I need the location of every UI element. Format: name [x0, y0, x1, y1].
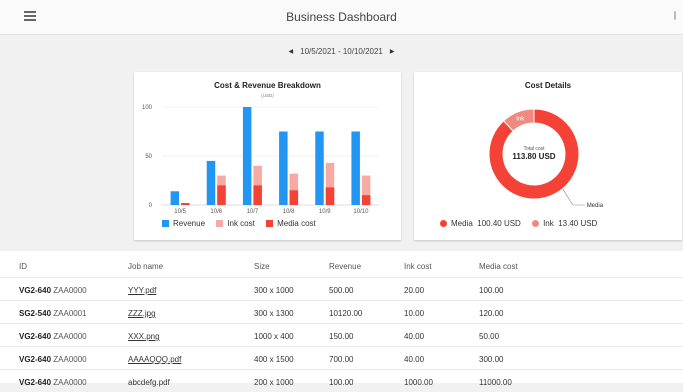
- bar-media-cost: [289, 190, 299, 205]
- cost-revenue-card: Cost & Revenue Breakdown (USD) 0 50 100 10/…: [134, 72, 401, 240]
- donut-label-media: Media: [587, 203, 604, 209]
- leader-line: [562, 188, 585, 206]
- prev-range-icon[interactable]: ◀: [289, 48, 294, 55]
- cell-media-cost: 300.00: [479, 355, 504, 364]
- bar-media-cost: [181, 203, 190, 205]
- column-header-job-name[interactable]: Job name: [128, 262, 163, 271]
- column-header-size[interactable]: Size: [254, 262, 270, 271]
- cell-ink-cost: 40.00: [404, 355, 425, 364]
- date-range-label: 10/5/2021 - 10/10/2021: [300, 47, 383, 56]
- scrollbar-handle[interactable]: [674, 11, 676, 20]
- bar-revenue: [351, 131, 360, 205]
- legend-item-media-cost[interactable]: Media cost: [266, 219, 316, 228]
- cell-revenue: 150.00: [329, 332, 354, 341]
- x-tick-label: 10/5: [174, 209, 186, 215]
- y-tick-label: 100: [142, 105, 153, 111]
- job-link[interactable]: YYY.pdf: [128, 286, 156, 295]
- bar-media-cost: [361, 195, 371, 205]
- x-tick-label: 10/8: [283, 209, 295, 215]
- next-range-icon[interactable]: ▶: [390, 48, 395, 55]
- x-tick-label: 10/6: [210, 209, 222, 215]
- bar-media-cost: [325, 187, 335, 205]
- cell-id: VG2-640 ZAA0000: [19, 332, 87, 341]
- cell-size: 400 x 1500: [254, 355, 294, 364]
- bar-revenue: [315, 131, 324, 205]
- job-link[interactable]: AAAAQQQ.pdf: [128, 355, 181, 364]
- cell-ink-cost: 20.00: [404, 286, 425, 295]
- cell-revenue: 500.00: [329, 286, 354, 295]
- x-tick-label: 10/7: [247, 209, 259, 215]
- table-row[interactable]: VG2-640 ZAA0000 YYY.pdf 300 x 1000 500.0…: [0, 278, 683, 301]
- y-tick-label: 50: [145, 154, 152, 160]
- date-range-nav: ◀ 10/5/2021 - 10/10/2021 ▶: [0, 47, 683, 56]
- legend-label: Ink cost: [227, 219, 255, 228]
- app-bar: Business Dashboard: [0, 0, 683, 35]
- cell-media-cost: 100.00: [479, 286, 504, 295]
- legend-swatch: [440, 220, 447, 227]
- cell-id: SG2-540 ZAA0001: [19, 309, 87, 318]
- column-header-id[interactable]: ID: [19, 262, 27, 271]
- bar-chart: 0 50 100 10/5 10/6 10/7 10/8 10/9 10/10: [142, 105, 379, 215]
- cell-revenue: 10120.00: [329, 309, 363, 318]
- table-row[interactable]: VG2-640 ZAA0000 XXX.png 1000 x 400 150.0…: [0, 324, 683, 347]
- legend-item-revenue[interactable]: Revenue: [162, 219, 205, 228]
- legend-label: Media cost: [277, 219, 316, 228]
- table-header-row: ID Job name Size Revenue Ink cost Media …: [0, 251, 683, 278]
- page-title: Business Dashboard: [286, 10, 397, 24]
- legend-label: Ink: [543, 219, 554, 228]
- column-header-media-cost[interactable]: Media cost: [479, 262, 518, 271]
- bar-media-cost: [217, 185, 226, 205]
- column-header-ink-cost[interactable]: Ink cost: [404, 262, 432, 271]
- bar-revenue: [206, 160, 216, 205]
- bar-chart-legend: Revenue Ink cost Media cost: [162, 219, 325, 228]
- cell-id: VG2-640 ZAA0000: [19, 286, 87, 295]
- legend-value: 13.40 USD: [558, 219, 598, 228]
- donut-chart-legend: Media 100.40 USD Ink 13.40 USD: [440, 219, 606, 228]
- y-tick-label: 0: [149, 203, 153, 209]
- x-tick-label: 10/10: [353, 209, 369, 215]
- bar-revenue: [279, 131, 288, 205]
- legend-swatch: [266, 220, 274, 227]
- legend-item-media[interactable]: Media 100.40 USD: [440, 219, 521, 228]
- donut-center-value: 113.80 USD: [512, 152, 555, 161]
- legend-item-ink[interactable]: Ink 13.40 USD: [532, 219, 597, 228]
- legend-swatch: [216, 220, 224, 227]
- cell-media-cost: 120.00: [479, 309, 504, 318]
- cell-revenue: 700.00: [329, 355, 354, 364]
- table-row[interactable]: VG2-640 ZAA0000 abcdefg.pdf 200 x 1000 1…: [0, 370, 683, 392]
- cell-id: VG2-640 ZAA0000: [19, 355, 87, 364]
- jobs-table: ID Job name Size Revenue Ink cost Media …: [0, 251, 683, 387]
- table-row[interactable]: VG2-640 ZAA0000 AAAAQQQ.pdf 400 x 1500 7…: [0, 347, 683, 370]
- legend-label: Media: [451, 219, 473, 228]
- cell-size: 300 x 1000: [254, 286, 294, 295]
- bar-revenue: [170, 191, 180, 205]
- donut-label-ink: Ink: [516, 117, 525, 123]
- legend-item-ink-cost[interactable]: Ink cost: [216, 219, 255, 228]
- donut-chart: InkTotal cost113.80 USDMedia: [488, 108, 604, 209]
- legend-value: 100.40 USD: [477, 219, 521, 228]
- cell-media-cost: 50.00: [479, 332, 500, 341]
- cell-ink-cost: 10.00: [404, 309, 425, 318]
- job-link[interactable]: XXX.png: [128, 332, 160, 341]
- legend-label: Revenue: [173, 219, 206, 228]
- x-tick-label: 10/9: [319, 209, 331, 215]
- cell-size: 300 x 1300: [254, 309, 294, 318]
- bar-media-cost: [253, 185, 262, 205]
- column-header-revenue[interactable]: Revenue: [329, 262, 361, 271]
- legend-swatch: [162, 220, 169, 227]
- table-row[interactable]: SG2-540 ZAA0001 ZZZ.jpg 300 x 1300 10120…: [0, 301, 683, 324]
- cell-size: 1000 x 400: [254, 332, 294, 341]
- cell-ink-cost: 40.00: [404, 332, 425, 341]
- bar-revenue: [242, 107, 252, 205]
- legend-swatch: [532, 220, 540, 227]
- cost-details-card: Cost Details Ink Total cost 113.80 USD Medi…: [414, 72, 682, 240]
- job-link[interactable]: ZZZ.jpg: [128, 309, 156, 318]
